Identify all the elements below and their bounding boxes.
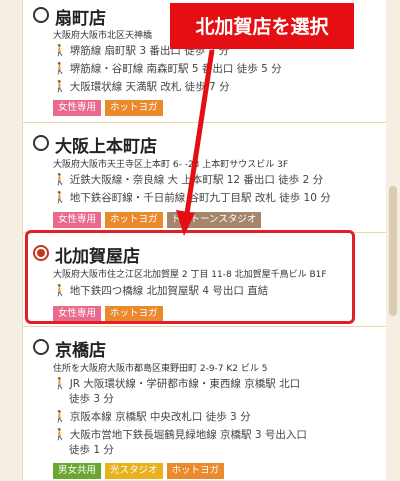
walking-person-icon: 🚶 [53, 44, 67, 57]
store-address: 住所を大阪府大阪市都島区東野田町 2-9-7 K2 ビル 5 [53, 364, 268, 374]
annotation-text: 北加賀店を選択 [195, 16, 329, 38]
route-line: 🚶 JR 大阪環状線・学研都市線・東西線 京橋駅 北口 [53, 377, 301, 390]
tag-light-studio: 光スタジオ [105, 463, 163, 479]
tag-stone-studio: ドストーンスタジオ [166, 212, 262, 228]
store-card-uehommachi[interactable]: 大阪上本町店 大阪府大阪市天王寺区上本町 6- -23 上本町サウスビル 3F … [23, 122, 387, 231]
store-name: 大阪上本町店 [55, 137, 157, 157]
route-line: 🚶 大阪環状線 天満駅 改札 徒歩 7 分 [53, 80, 230, 93]
walking-person-icon: 🚶 [53, 191, 67, 204]
route-line-continued: 徒歩 1 分 [69, 444, 114, 456]
store-tags: 女性専用 ホットヨガ ドストーンスタジオ [53, 212, 262, 228]
tag-women-only: 女性専用 [53, 100, 102, 116]
store-card-kyobashi[interactable]: 京橋店 住所を大阪府大阪市都島区東野田町 2-9-7 K2 ビル 5 🚶 JR 大… [23, 326, 387, 481]
walking-person-icon: 🚶 [53, 410, 67, 423]
store-tags: 男女共用 光スタジオ ホットヨガ [53, 463, 225, 479]
route-line: 🚶 近鉄大阪線・奈良線 大 上本町駅 12 番出口 徒歩 2 分 [53, 173, 324, 186]
route-line-continued: 徒歩 3 分 [69, 393, 114, 405]
tag-hot-yoga: ホットヨガ [105, 212, 163, 228]
tag-women-only: 女性専用 [53, 212, 102, 228]
store-name: 扇町店 [55, 9, 106, 29]
store-name: 京橋店 [55, 341, 106, 361]
tag-hot-yoga: ホットヨガ [105, 100, 163, 116]
scrollbar[interactable] [386, 0, 400, 480]
radio-uehommachi[interactable] [33, 135, 49, 151]
scrollbar-thumb[interactable] [389, 186, 397, 316]
walking-person-icon: 🚶 [53, 428, 67, 441]
tag-hot-yoga: ホットヨガ [166, 463, 225, 479]
store-tags: 女性専用 ホットヨガ [53, 100, 163, 116]
route-line: 🚶 堺筋線・谷町線 南森町駅 5 番出口 徒歩 5 分 [53, 62, 282, 75]
selected-store-highlight [25, 230, 355, 324]
walking-person-icon: 🚶 [53, 173, 67, 186]
route-line: 🚶 京阪本線 京橋駅 中央改札口 徒歩 3 分 [53, 410, 251, 423]
walking-person-icon: 🚶 [53, 377, 67, 390]
walking-person-icon: 🚶 [53, 62, 67, 75]
route-line: 🚶 地下鉄谷町線・千日前線 谷町九丁目駅 改札 徒歩 10 分 [53, 191, 331, 204]
tag-unisex: 男女共用 [53, 463, 102, 479]
route-line: 🚶 大阪市営地下鉄長堀鶴見緑地線 京橋駅 3 号出入口 [53, 428, 307, 441]
store-address: 大阪府大阪市天王寺区上本町 6- -23 上本町サウスビル 3F [53, 160, 289, 170]
radio-ogimachi[interactable] [33, 7, 49, 23]
walking-person-icon: 🚶 [53, 80, 67, 93]
radio-kyobashi[interactable] [33, 339, 49, 355]
